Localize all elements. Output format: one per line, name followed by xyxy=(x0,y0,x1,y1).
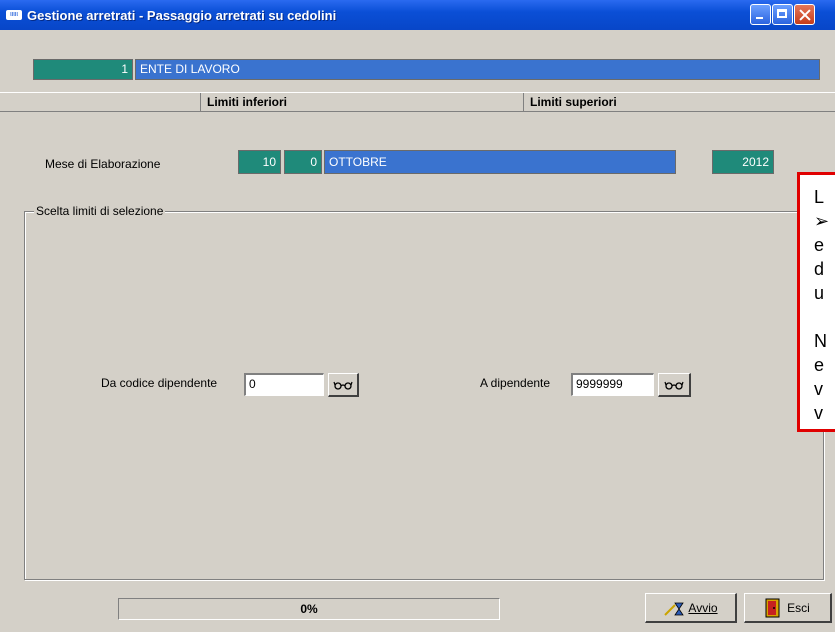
main-window: ιιιιι Gestione arretrati - Passaggio arr… xyxy=(0,0,835,632)
callout-line: v xyxy=(814,403,823,423)
from-employee-label: Da codice dipendente xyxy=(101,376,218,390)
callout-line: v xyxy=(814,379,823,399)
to-employee-input[interactable]: 9999999 xyxy=(571,373,654,396)
selection-groupbox xyxy=(24,211,824,580)
avvio-button[interactable]: Avvio xyxy=(645,593,737,623)
mese-label: Mese di Elaborazione xyxy=(45,157,161,171)
selection-group-label: Scelta limiti di selezione xyxy=(34,204,166,218)
callout-line: e xyxy=(814,355,825,375)
esci-label: Esci xyxy=(787,600,810,615)
exit-door-icon xyxy=(765,598,780,617)
ente-code: 1 xyxy=(33,59,133,80)
from-employee-lookup-button[interactable] xyxy=(328,373,359,397)
mese-sub: 0 xyxy=(284,150,322,174)
glasses-icon xyxy=(664,381,684,390)
app-icon: ιιιιι xyxy=(6,10,22,20)
close-button[interactable] xyxy=(794,4,815,25)
callout-line: e xyxy=(814,235,825,255)
avvio-label: Avvio xyxy=(688,600,718,615)
callout-line: d xyxy=(814,259,825,279)
minimize-button[interactable] xyxy=(750,4,771,25)
hourglass-wand-icon xyxy=(664,602,685,616)
callout-line xyxy=(814,305,835,329)
ente-name: ENTE DI LAVORO xyxy=(135,59,820,80)
title-bar[interactable]: ιιιιι Gestione arretrati - Passaggio arr… xyxy=(0,0,835,30)
maximize-button[interactable] xyxy=(772,4,793,25)
callout-line: L xyxy=(814,187,825,207)
limits-header: Limiti inferiori Limiti superiori xyxy=(0,92,835,112)
header-upper-limits: Limiti superiori xyxy=(523,93,830,111)
glasses-icon xyxy=(333,381,353,390)
esci-button[interactable]: Esci xyxy=(744,593,832,623)
mese-number: 10 xyxy=(238,150,281,174)
progress-bar: 0% xyxy=(118,598,500,620)
anno: 2012 xyxy=(712,150,774,174)
callout-line: N xyxy=(814,331,827,351)
to-employee-lookup-button[interactable] xyxy=(658,373,691,397)
callout-line: u xyxy=(814,283,825,303)
progress-text: 0% xyxy=(300,602,318,616)
annotation-callout: L ➢ e d u N e v v xyxy=(797,172,835,432)
callout-line: ➢ xyxy=(814,211,830,231)
mese-name: OTTOBRE xyxy=(324,150,676,174)
header-lower-limits: Limiti inferiori xyxy=(200,93,523,111)
to-employee-label: A dipendente xyxy=(480,376,551,390)
from-employee-input[interactable]: 0 xyxy=(244,373,324,396)
window-title: Gestione arretrati - Passaggio arretrati… xyxy=(27,7,337,23)
